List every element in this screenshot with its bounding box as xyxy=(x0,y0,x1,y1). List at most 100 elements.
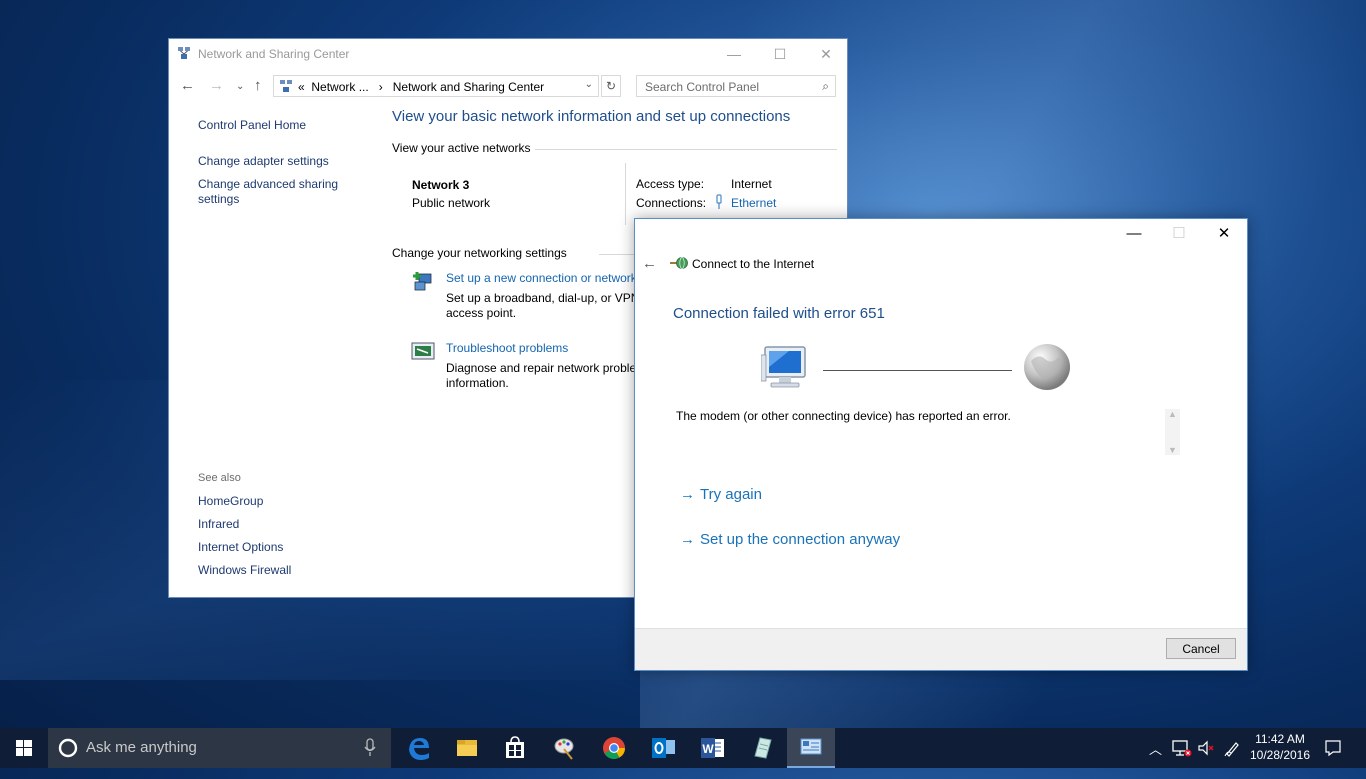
dialog-title: Connect to the Internet xyxy=(692,257,815,271)
page-title: View your basic network information and … xyxy=(392,108,791,125)
store-taskbar-button[interactable] xyxy=(491,728,539,768)
setup-description-line: Set up a broadband, dial-up, or VPN xyxy=(446,291,640,305)
close-button[interactable]: ✕ xyxy=(1201,219,1247,249)
notes-taskbar-button[interactable] xyxy=(738,728,786,768)
divider xyxy=(535,149,837,150)
search-icon[interactable]: ⌕ xyxy=(822,79,829,94)
breadcrumb: « Network ... › Network and Sharing Cent… xyxy=(298,80,544,94)
search-box[interactable]: ⌕ xyxy=(636,75,836,97)
breadcrumb-overflow[interactable]: « xyxy=(298,80,305,94)
minimize-button[interactable]: — xyxy=(1111,219,1157,249)
computer-icon xyxy=(760,345,809,392)
breadcrumb-current[interactable]: Network and Sharing Center xyxy=(393,80,544,94)
address-dropdown-icon[interactable]: ⌄ xyxy=(585,79,593,90)
access-type-value: Internet xyxy=(731,177,772,191)
maximize-button: ☐ xyxy=(1172,225,1186,242)
notepad-icon xyxy=(754,737,772,759)
pen-workspace-icon[interactable] xyxy=(1224,739,1242,779)
back-arrow-icon[interactable]: ← xyxy=(180,77,195,94)
cortana-input[interactable] xyxy=(84,738,348,757)
homegroup-link[interactable]: HomeGroup xyxy=(198,494,263,509)
internet-options-link[interactable]: Internet Options xyxy=(198,540,283,555)
up-arrow-icon[interactable]: ↑ xyxy=(254,77,262,94)
change-advanced-sharing-link[interactable]: Change advanced sharing settings xyxy=(198,177,338,207)
troubleshoot-icon xyxy=(411,341,435,366)
error-heading: Connection failed with error 651 xyxy=(673,305,885,322)
cortana-icon xyxy=(58,738,78,761)
vertical-divider xyxy=(625,163,626,225)
svg-text:W: W xyxy=(702,742,714,756)
message-scrollbar[interactable]: ▲ ▼ xyxy=(1165,409,1180,455)
volume-muted-icon[interactable] xyxy=(1197,739,1215,779)
setup-description-line: access point. xyxy=(446,306,517,320)
breadcrumb-network[interactable]: Network ... xyxy=(311,80,368,94)
change-adapter-settings-link[interactable]: Change adapter settings xyxy=(198,154,329,169)
action-center-icon[interactable] xyxy=(1324,739,1342,779)
back-arrow-icon[interactable]: ← xyxy=(642,255,657,272)
control-panel-home-link[interactable]: Control Panel Home xyxy=(198,118,306,133)
search-input[interactable] xyxy=(643,79,817,95)
outlook-icon xyxy=(652,738,675,758)
troubleshoot-description-line: Diagnose and repair network proble xyxy=(446,361,637,375)
network-name: Network 3 xyxy=(412,178,470,192)
outlook-taskbar-button[interactable] xyxy=(639,728,687,768)
setup-new-connection-link[interactable]: Set up a new connection or network xyxy=(446,271,637,285)
windows-firewall-link[interactable]: Windows Firewall xyxy=(198,563,291,578)
show-hidden-icons-chevron[interactable]: ︿ xyxy=(1149,739,1162,779)
close-button[interactable]: ✕ xyxy=(803,39,849,69)
infrared-link[interactable]: Infrared xyxy=(198,517,239,532)
troubleshoot-problems-link[interactable]: Troubleshoot problems xyxy=(446,341,568,355)
connections-label: Connections: xyxy=(636,196,707,210)
cortana-search-box[interactable] xyxy=(48,728,391,768)
network-center-taskbar-button[interactable] xyxy=(787,728,835,768)
divider xyxy=(599,254,639,255)
microphone-icon[interactable] xyxy=(364,738,376,761)
minimize-button[interactable]: — xyxy=(711,39,757,69)
ethernet-link[interactable]: Ethernet xyxy=(731,196,776,210)
right-arrow-icon: → xyxy=(680,531,695,548)
change-settings-label: Change your networking settings xyxy=(392,246,567,260)
window-title: Network and Sharing Center xyxy=(198,47,350,61)
scroll-down-icon[interactable]: ▼ xyxy=(1168,445,1177,455)
file-explorer-taskbar-button[interactable] xyxy=(443,728,491,768)
clock[interactable]: 11:42 AM 10/28/2016 xyxy=(1245,731,1315,763)
active-networks-label: View your active networks xyxy=(392,141,531,155)
maximize-button[interactable]: ☐ xyxy=(757,39,803,69)
network-center-icon xyxy=(177,46,191,60)
recent-chevron-icon[interactable]: ⌄ xyxy=(236,81,244,92)
refresh-icon[interactable]: ↻ xyxy=(601,75,621,97)
cancel-button[interactable]: Cancel xyxy=(1166,638,1236,659)
troubleshoot-description-line: information. xyxy=(446,376,509,390)
breadcrumb-separator: › xyxy=(378,80,383,94)
globe-icon xyxy=(1023,343,1071,394)
control-panel-icon xyxy=(800,738,822,755)
address-bar-row: ← → ⌄ ↑ « Network ... › Network and Shar… xyxy=(169,71,847,101)
network-center-icon xyxy=(279,79,293,96)
network-type[interactable]: Public network xyxy=(412,196,490,210)
dialog-footer: Cancel xyxy=(635,628,1247,670)
see-also-label: See also xyxy=(198,472,241,484)
windows-logo-icon xyxy=(16,740,32,756)
connection-globe-icon xyxy=(670,256,688,273)
word-taskbar-button[interactable]: W xyxy=(688,728,736,768)
clock-time: 11:42 AM xyxy=(1255,732,1305,746)
new-connection-icon xyxy=(411,270,435,297)
access-type-label: Access type: xyxy=(636,177,705,191)
address-bar[interactable]: « Network ... › Network and Sharing Cent… xyxy=(273,75,599,97)
paint-taskbar-button[interactable] xyxy=(540,728,588,768)
word-icon: W xyxy=(701,738,724,758)
setup-anyway-link[interactable]: → Set up the connection anyway xyxy=(680,531,900,548)
store-icon xyxy=(506,736,524,758)
scroll-up-icon[interactable]: ▲ xyxy=(1168,409,1177,419)
forward-arrow-icon[interactable]: → xyxy=(209,77,224,94)
title-bar: Network and Sharing Center — ☐ ✕ xyxy=(169,39,847,69)
right-arrow-icon: → xyxy=(680,486,695,503)
folder-icon xyxy=(457,740,477,756)
edge-taskbar-button[interactable] xyxy=(395,728,443,768)
network-status-icon[interactable] xyxy=(1171,739,1193,779)
try-again-link[interactable]: → Try again xyxy=(680,486,762,503)
start-button[interactable] xyxy=(0,728,48,768)
link-line: Change advanced sharing xyxy=(198,177,339,191)
chrome-taskbar-button[interactable] xyxy=(590,728,638,768)
edge-icon xyxy=(409,738,429,760)
